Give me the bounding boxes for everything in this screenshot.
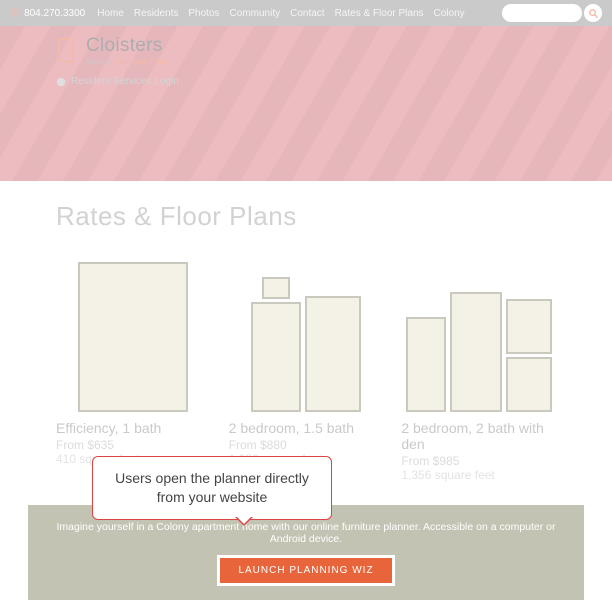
hero-banner: Cloisters Colony. Welcome home. Resident… <box>0 26 612 181</box>
plan-price: From $635 <box>56 438 211 452</box>
phone-number[interactable]: ✆ 804.270.3300 <box>10 6 85 20</box>
search-input[interactable] <box>502 4 582 22</box>
door-logo-icon <box>56 38 78 64</box>
plan-card[interactable]: 2 bedroom, 1.5 bath From $880 1,056 squa… <box>229 252 384 482</box>
nav-community[interactable]: Community <box>230 8 281 19</box>
resident-login-link[interactable]: Resident Services Login <box>56 76 179 87</box>
brand-title: Cloisters <box>86 36 172 55</box>
banner-text: Imagine yourself in a Colony apartment h… <box>48 521 564 545</box>
top-navigation-bar: ✆ 804.270.3300 Home Residents Photos Com… <box>0 0 612 26</box>
floorplan-image <box>56 252 211 412</box>
nav-home[interactable]: Home <box>97 8 124 19</box>
phone-icon: ✆ <box>10 6 20 20</box>
plan-name: 2 bedroom, 1.5 bath <box>229 420 384 436</box>
plan-price: From $985 <box>401 454 556 468</box>
brand-logo-block[interactable]: Cloisters Colony. Welcome home. <box>56 36 172 66</box>
main-content: Rates & Floor Plans Efficiency, 1 bath F… <box>0 181 612 482</box>
plan-price: From $880 <box>229 438 384 452</box>
plan-name: 2 bedroom, 2 bath with den <box>401 420 556 452</box>
search-button[interactable] <box>584 4 602 22</box>
nav-contact[interactable]: Contact <box>290 8 324 19</box>
nav-rates[interactable]: Rates & Floor Plans <box>335 8 424 19</box>
search-container <box>502 4 602 22</box>
nav-photos[interactable]: Photos <box>188 8 219 19</box>
page-title: Rates & Floor Plans <box>56 201 556 232</box>
nav-residents[interactable]: Residents <box>134 8 178 19</box>
floorplan-image <box>229 252 384 412</box>
plan-sqft: 1,356 square feet <box>401 468 556 482</box>
brand-subtitle: Colony. Welcome home. <box>86 58 172 66</box>
search-icon <box>588 8 599 19</box>
phone-text: 804.270.3300 <box>24 8 85 19</box>
plan-card[interactable]: Efficiency, 1 bath From $635 410 square … <box>56 252 211 482</box>
floor-plans-grid: Efficiency, 1 bath From $635 410 square … <box>56 252 556 482</box>
floorplan-image <box>401 252 556 412</box>
tooltip-callout: Users open the planner directly from you… <box>92 456 332 520</box>
launch-planner-button[interactable]: LAUNCH PLANNING WIZ <box>217 555 394 586</box>
plan-name: Efficiency, 1 bath <box>56 420 211 436</box>
nav-colony[interactable]: Colony <box>434 8 465 19</box>
plan-card[interactable]: 2 bedroom, 2 bath with den From $985 1,3… <box>401 252 556 482</box>
lock-icon <box>56 77 66 87</box>
main-nav: Home Residents Photos Community Contact … <box>97 8 464 19</box>
